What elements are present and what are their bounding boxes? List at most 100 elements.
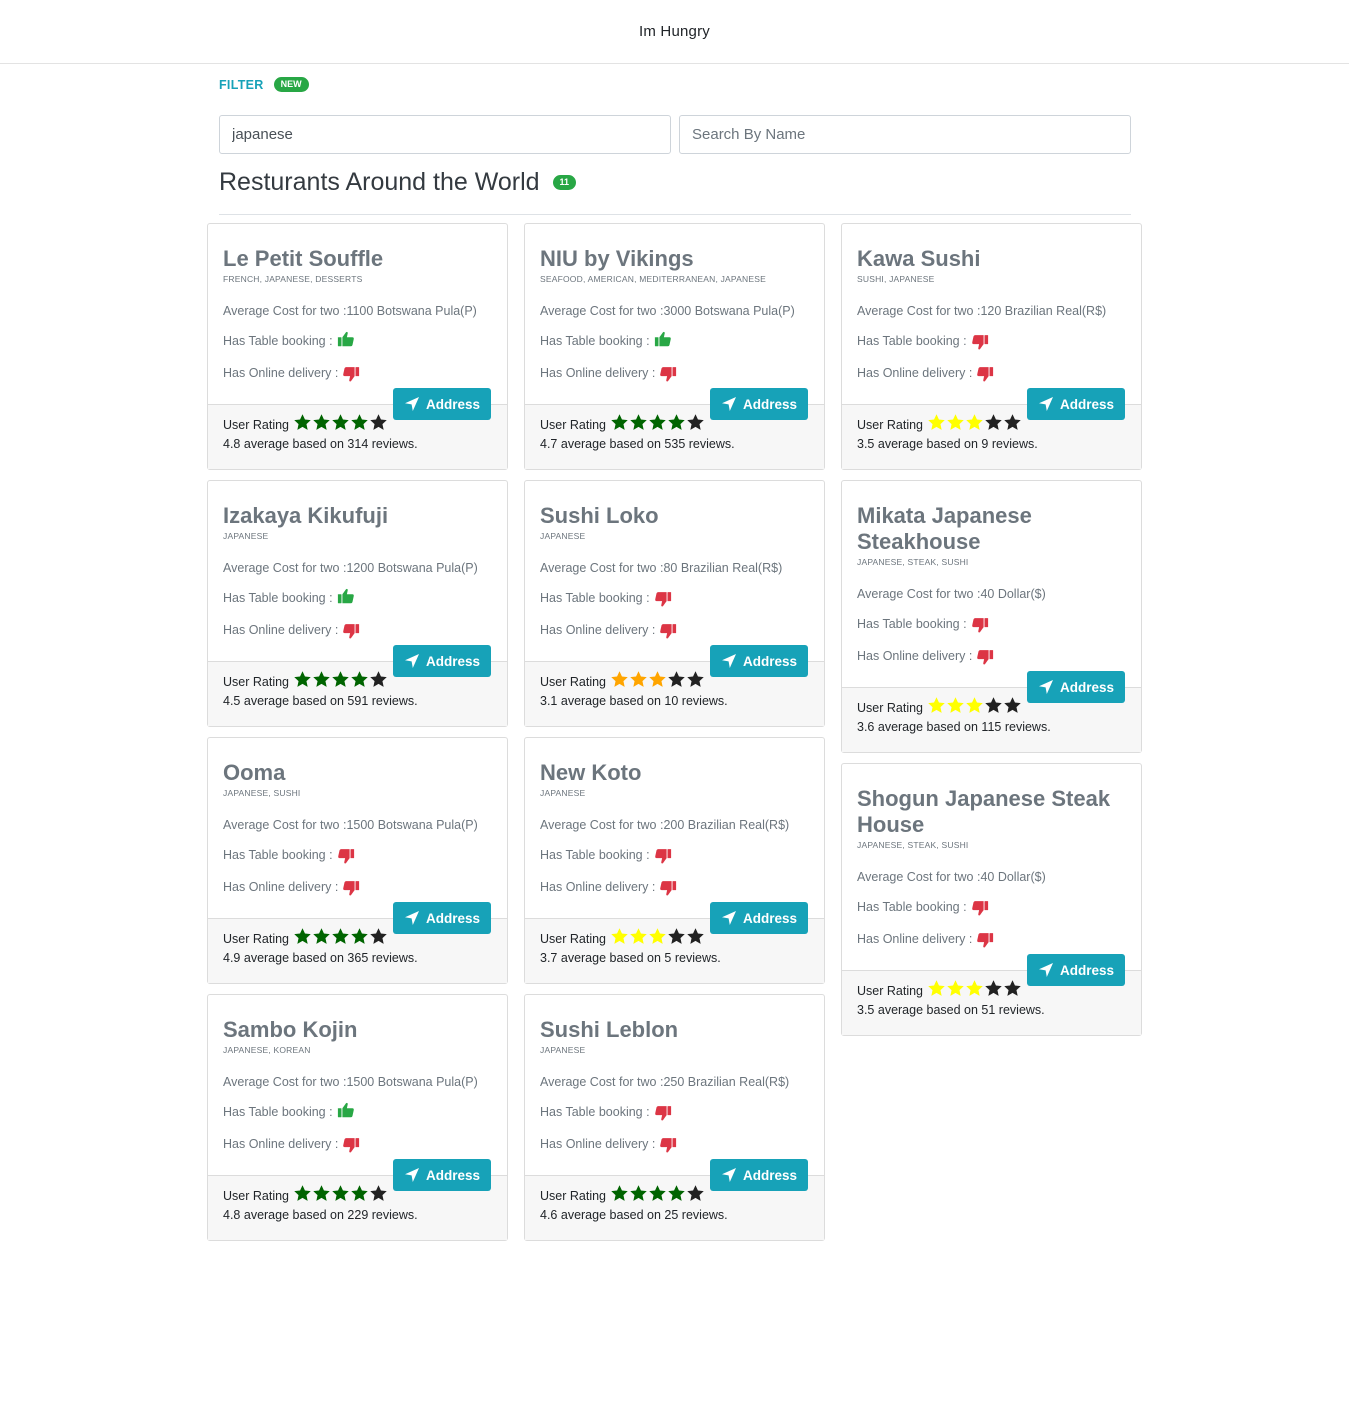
restaurant-cuisines: JAPANESE, SUSHI — [223, 788, 301, 798]
rating-value: 4.5 — [223, 694, 241, 708]
rating-suffix-text: reviews. — [671, 951, 721, 965]
online-delivery: Has Online delivery : — [857, 364, 1126, 382]
user-rating-label: User Rating — [857, 700, 923, 715]
address-button[interactable]: Address — [392, 902, 491, 934]
name-search-input[interactable] — [679, 115, 1131, 154]
rating-mid-text: average based on — [240, 437, 348, 451]
rating-summary: 3.6 average based on 115 reviews. — [857, 720, 1126, 734]
table-booking-label: Has Table booking : — [540, 334, 650, 348]
online-delivery-label: Has Online delivery : — [223, 366, 339, 380]
star-icon — [611, 671, 628, 687]
rating-value: 3.5 — [857, 437, 875, 451]
online-delivery-label: Has Online delivery : — [540, 1137, 656, 1151]
rating-mid-text: average based on — [557, 1208, 665, 1222]
address-button[interactable]: Address — [709, 902, 808, 934]
star-icon — [668, 928, 685, 944]
average-cost: Average Cost for two : 1500 Botswana Pul… — [223, 1075, 492, 1089]
address-button[interactable]: Address — [709, 388, 808, 420]
star-icon — [332, 414, 349, 430]
address-button[interactable]: Address — [1026, 388, 1125, 420]
filter-toggle[interactable]: FILTER — [219, 78, 264, 92]
address-button[interactable]: Address — [1026, 954, 1125, 986]
average-cost-label: Average Cost for two : — [857, 587, 981, 601]
rating-value: 3.7 — [540, 951, 558, 965]
online-delivery-label: Has Online delivery : — [540, 366, 656, 380]
average-cost-value: 120 Brazilian Real(R$) — [980, 304, 1107, 318]
restaurant-card: Le Petit Souffle FRENCH, JAPANESE, DESSE… — [207, 223, 508, 470]
address-button-label: Address — [1059, 962, 1114, 978]
average-cost-value: 1200 Botswana Pula(P) — [346, 561, 478, 575]
table-booking: Has Table booking : — [857, 898, 1126, 916]
user-rating-label: User Rating — [223, 1188, 289, 1203]
online-delivery-label: Has Online delivery : — [540, 623, 656, 637]
restaurant-cuisines: JAPANESE, KOREAN — [223, 1045, 311, 1055]
star-icon — [947, 414, 964, 430]
address-button[interactable]: Address — [392, 645, 491, 677]
thumbs-down-icon — [977, 933, 994, 948]
online-delivery: Has Online delivery : — [223, 878, 492, 896]
average-cost-label: Average Cost for two : — [540, 304, 664, 318]
table-booking-label: Has Table booking : — [223, 334, 333, 348]
restaurant-card: Ooma JAPANESE, SUSHI Average Cost for tw… — [207, 737, 508, 984]
restaurant-cuisines: JAPANESE — [540, 788, 586, 798]
online-delivery-label: Has Online delivery : — [857, 649, 973, 663]
card-body: Sushi Leblon JAPANESE Average Cost for t… — [525, 995, 824, 1191]
star-icon — [370, 1185, 387, 1201]
star-icon — [649, 1185, 666, 1201]
results-count-badge: 11 — [552, 175, 577, 190]
thumbs-down-icon — [654, 1106, 671, 1121]
restaurant-name: Mikata Japanese Steakhouse — [857, 503, 1032, 554]
rating-value: 3.1 — [540, 694, 558, 708]
restaurant-name: Izakaya Kikufuji — [223, 503, 389, 528]
rating-value: 4.9 — [223, 951, 241, 965]
rating-value: 4.8 — [223, 1208, 241, 1222]
rating-suffix-text: reviews. — [678, 1208, 728, 1222]
star-icon — [1004, 980, 1021, 996]
address-button[interactable]: Address — [709, 645, 808, 677]
star-icon — [351, 671, 368, 687]
rating-suffix-text: reviews. — [678, 694, 728, 708]
restaurant-card: Sambo Kojin JAPANESE, KOREAN Average Cos… — [207, 994, 508, 1241]
star-icon — [630, 671, 647, 687]
average-cost: Average Cost for two : 80 Brazilian Real… — [540, 561, 809, 575]
online-delivery-label: Has Online delivery : — [540, 880, 656, 894]
card-body: NIU by Vikings SEAFOOD, AMERICAN, MEDITE… — [525, 224, 824, 420]
review-count: 314 — [347, 437, 369, 451]
restaurant-card: Shogun Japanese Steak House JAPANESE, ST… — [841, 763, 1142, 1036]
thumbs-down-icon — [343, 367, 360, 382]
star-icon — [947, 697, 964, 713]
star-icon — [611, 928, 628, 944]
card-body: Le Petit Souffle FRENCH, JAPANESE, DESSE… — [208, 224, 507, 420]
online-delivery: Has Online delivery : — [223, 1135, 492, 1153]
table-booking: Has Table booking : — [540, 846, 809, 864]
star-icon — [351, 1185, 368, 1201]
app-title[interactable]: Im Hungry — [0, 23, 1349, 40]
rating-stars — [927, 413, 1022, 432]
table-booking: Has Table booking : — [857, 332, 1126, 350]
review-count: 25 — [664, 1208, 679, 1222]
star-icon — [985, 414, 1002, 430]
restaurant-card: Sushi Loko JAPANESE Average Cost for two… — [524, 480, 825, 727]
average-cost: Average Cost for two : 1100 Botswana Pul… — [223, 304, 492, 318]
rating-mid-text: average based on — [874, 1003, 982, 1017]
address-button[interactable]: Address — [1026, 671, 1125, 703]
rating-suffix-text: reviews. — [368, 694, 418, 708]
cuisine-search-input[interactable] — [219, 115, 671, 154]
rating-summary: 3.7 average based on 5 reviews. — [540, 951, 809, 965]
star-icon — [313, 414, 330, 430]
address-button[interactable]: Address — [392, 1159, 491, 1191]
new-badge: NEW — [273, 77, 309, 92]
thumbs-down-icon — [654, 592, 671, 607]
rating-summary: 4.9 average based on 365 reviews. — [223, 951, 492, 965]
thumbs-down-icon — [660, 881, 677, 896]
card-column-1: Le Petit Souffle FRENCH, JAPANESE, DESSE… — [207, 223, 508, 1251]
rating-suffix-text: reviews. — [988, 437, 1038, 451]
address-button-label: Address — [742, 396, 797, 412]
rating-value: 4.6 — [540, 1208, 558, 1222]
online-delivery: Has Online delivery : — [540, 621, 809, 639]
star-icon — [668, 414, 685, 430]
star-icon — [332, 1185, 349, 1201]
address-button[interactable]: Address — [392, 388, 491, 420]
star-icon — [928, 414, 945, 430]
address-button[interactable]: Address — [709, 1159, 808, 1191]
